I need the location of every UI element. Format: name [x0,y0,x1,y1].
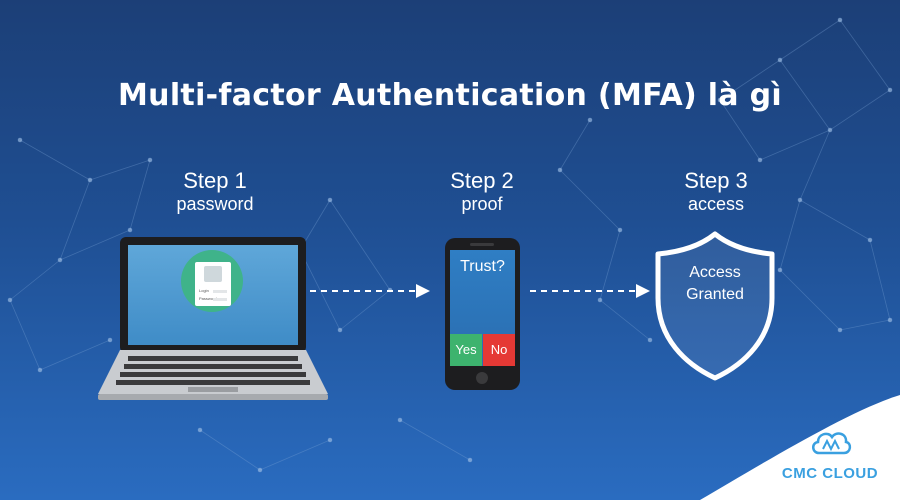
no-button[interactable]: No [483,334,515,366]
page-title: Multi-factor Authentication (MFA) là gì [118,78,782,113]
corner-decoration [700,395,900,500]
step-3-label: access [687,194,745,214]
user-avatar-icon [204,266,222,282]
brand-name: CMC CLOUD [781,465,879,482]
step-2-label: proof [461,194,503,214]
step-2-heading: Step 2 [450,168,514,193]
access-line: Access [689,264,741,281]
granted-line: Granted [686,286,744,303]
trust-prompt: Trust? [460,258,505,275]
cloud-logo-icon [812,432,852,455]
password-field-line [213,298,227,301]
laptop-keyboard [98,350,328,400]
home-button-icon [476,372,488,384]
yes-button[interactable]: Yes [450,334,482,366]
dashed-arrow-1 [310,284,430,298]
step-3-heading: Step 3 [684,168,748,193]
login-field-line [213,290,227,293]
shield-icon [655,231,775,381]
access-granted-text: Access Granted [650,262,780,306]
dashed-arrow-2 [530,284,650,298]
phone-speaker [470,243,494,246]
step-1-heading: Step 1 [183,168,247,193]
login-field-label: Login [199,288,209,293]
step-1-label: password [176,194,254,214]
